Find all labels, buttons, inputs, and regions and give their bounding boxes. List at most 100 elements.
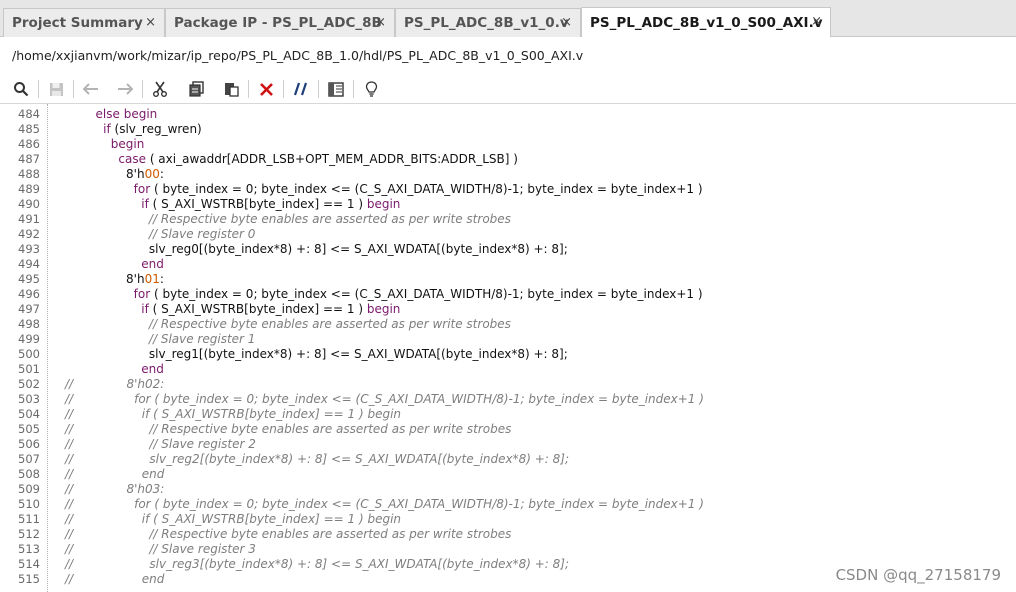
code-line[interactable]: 498 // Respective byte enables are asser… bbox=[0, 317, 1016, 332]
code-text: for ( byte_index = 0; byte_index <= (C_S… bbox=[65, 287, 703, 302]
lightbulb-icon[interactable] bbox=[360, 78, 382, 100]
code-token: // Respective byte enables are asserted … bbox=[148, 317, 511, 331]
close-icon[interactable]: × bbox=[145, 15, 156, 30]
file-path-bar: /home/xxjianvm/work/mizar/ip_repo/PS_PL_… bbox=[0, 38, 1016, 72]
code-token: // if ( S_AXI_WSTRB[byte_index] == 1 ) b… bbox=[65, 512, 402, 526]
code-line[interactable]: 494 end bbox=[0, 257, 1016, 272]
tab-project-summary[interactable]: Project Summary × bbox=[3, 8, 165, 37]
paste-icon[interactable] bbox=[220, 78, 242, 100]
tab-ps-pl-adc-s00-axi[interactable]: PS_PL_ADC_8B_v1_0_S00_AXI.v × bbox=[581, 7, 831, 37]
code-line[interactable]: 496 for ( byte_index = 0; byte_index <= … bbox=[0, 287, 1016, 302]
code-token: begin bbox=[110, 137, 145, 151]
line-number: 487 bbox=[18, 152, 40, 166]
code-token: if bbox=[141, 197, 149, 211]
copy-icon[interactable] bbox=[185, 78, 207, 100]
code-text: slv_reg0[(byte_index*8) +: 8] <= S_AXI_W… bbox=[65, 242, 568, 257]
code-text: // slv_reg2[(byte_index*8) +: 8] <= S_AX… bbox=[65, 452, 569, 467]
code-line[interactable]: 512 // // Respective byte enables are ass… bbox=[0, 527, 1016, 542]
close-icon[interactable]: × bbox=[561, 15, 572, 30]
toolbar-separator bbox=[283, 80, 284, 98]
code-token: slv_reg1[(byte_index*8) +: 8] <= S_AXI_W… bbox=[65, 347, 568, 361]
editor-toolbar bbox=[0, 74, 1016, 104]
code-line[interactable]: 513 // // Slave register 3 bbox=[0, 542, 1016, 557]
code-text: // 8'h02: bbox=[65, 377, 164, 392]
code-token: : bbox=[159, 167, 164, 181]
code-token: // end bbox=[65, 572, 165, 586]
code-line[interactable]: 504 // if ( S_AXI_WSTRB[byte_index] == 1 … bbox=[0, 407, 1016, 422]
code-text: // end bbox=[65, 572, 164, 587]
code-line[interactable]: 490 if ( S_AXI_WSTRB[byte_index] == 1 ) … bbox=[0, 197, 1016, 212]
code-line[interactable]: 500 slv_reg1[(byte_index*8) +: 8] <= S_A… bbox=[0, 347, 1016, 362]
code-text: // Respective byte enables are asserted … bbox=[65, 317, 511, 332]
code-line[interactable]: 485 if (slv_reg_wren) bbox=[0, 122, 1016, 137]
comment-icon[interactable] bbox=[290, 78, 312, 100]
code-text: // Slave register 0 bbox=[65, 227, 256, 242]
code-token: // 8'h03: bbox=[65, 482, 165, 496]
code-text: begin bbox=[65, 137, 145, 152]
editor-tab-bar: Project Summary × Package IP - PS_PL_ADC… bbox=[0, 0, 1016, 37]
tab-ps-pl-adc-v[interactable]: PS_PL_ADC_8B_v1_0.v × bbox=[395, 8, 581, 37]
code-line[interactable]: 484 else begin bbox=[0, 107, 1016, 122]
code-line[interactable]: 486 begin bbox=[0, 137, 1016, 152]
line-number: 509 bbox=[18, 482, 40, 496]
code-line[interactable]: 501 end bbox=[0, 362, 1016, 377]
code-line[interactable]: 493 slv_reg0[(byte_index*8) +: 8] <= S_A… bbox=[0, 242, 1016, 257]
code-token: // // Slave register 2 bbox=[65, 437, 256, 451]
code-line[interactable]: 503 // for ( byte_index = 0; byte_index <… bbox=[0, 392, 1016, 407]
line-number: 485 bbox=[18, 122, 40, 136]
code-line[interactable]: 509 // 8'h03: bbox=[0, 482, 1016, 497]
code-text: // for ( byte_index = 0; byte_index <= (… bbox=[65, 392, 704, 407]
undo-icon[interactable] bbox=[80, 78, 102, 100]
code-text: // end bbox=[65, 467, 164, 482]
code-token: // Respective byte enables are asserted … bbox=[148, 212, 511, 226]
code-line[interactable]: 511 // if ( S_AXI_WSTRB[byte_index] == 1 … bbox=[0, 512, 1016, 527]
cut-icon[interactable] bbox=[149, 78, 171, 100]
code-token: begin bbox=[123, 107, 158, 121]
code-line[interactable]: 508 // end bbox=[0, 467, 1016, 482]
code-text: // // Slave register 3 bbox=[65, 542, 256, 557]
code-line[interactable]: 502 // 8'h02: bbox=[0, 377, 1016, 392]
code-line[interactable]: 506 // // Slave register 2 bbox=[0, 437, 1016, 452]
code-line[interactable]: 491 // Respective byte enables are asser… bbox=[0, 212, 1016, 227]
code-line[interactable]: 487 case ( axi_awaddr[ADDR_LSB+OPT_MEM_A… bbox=[0, 152, 1016, 167]
code-text: case ( axi_awaddr[ADDR_LSB+OPT_MEM_ADDR_… bbox=[65, 152, 518, 167]
code-line[interactable]: 488 8'h00: bbox=[0, 167, 1016, 182]
code-token: // end bbox=[65, 467, 165, 481]
code-line[interactable]: 495 8'h01: bbox=[0, 272, 1016, 287]
code-text: // for ( byte_index = 0; byte_index <= (… bbox=[65, 497, 704, 512]
code-line[interactable]: 492 // Slave register 0 bbox=[0, 227, 1016, 242]
code-editor[interactable]: 484 else begin 485 if (slv_reg_wren) 486 b… bbox=[0, 104, 1016, 592]
line-number: 493 bbox=[18, 242, 40, 256]
code-line[interactable]: 489 for ( byte_index = 0; byte_index <= … bbox=[0, 182, 1016, 197]
search-icon[interactable] bbox=[10, 78, 32, 100]
code-line[interactable]: 499 // Slave register 1 bbox=[0, 332, 1016, 347]
delete-icon[interactable] bbox=[255, 78, 277, 100]
tab-label: PS_PL_ADC_8B_v1_0_S00_AXI.v bbox=[590, 14, 823, 31]
code-token: // slv_reg3[(byte_index*8) +: 8] <= S_AX… bbox=[65, 557, 570, 571]
code-line[interactable]: 497 if ( S_AXI_WSTRB[byte_index] == 1 ) … bbox=[0, 302, 1016, 317]
code-text: slv_reg1[(byte_index*8) +: 8] <= S_AXI_W… bbox=[65, 347, 568, 362]
code-token: // Slave register 0 bbox=[148, 227, 256, 241]
tab-package-ip[interactable]: Package IP - PS_PL_ADC_8B × bbox=[165, 8, 395, 37]
save-icon[interactable] bbox=[45, 78, 67, 100]
code-line[interactable]: 510 // for ( byte_index = 0; byte_index <… bbox=[0, 497, 1016, 512]
code-text: if (slv_reg_wren) bbox=[65, 122, 202, 137]
code-line[interactable]: 507 // slv_reg2[(byte_index*8) +: 8] <= S… bbox=[0, 452, 1016, 467]
line-number: 498 bbox=[18, 317, 40, 331]
code-text: if ( S_AXI_WSTRB[byte_index] == 1 ) begi… bbox=[65, 302, 400, 317]
line-number: 511 bbox=[18, 512, 40, 526]
columns-icon[interactable] bbox=[325, 78, 347, 100]
code-line[interactable]: 505 // // Respective byte enables are ass… bbox=[0, 422, 1016, 437]
line-number: 496 bbox=[18, 287, 40, 301]
close-icon[interactable]: × bbox=[375, 15, 386, 30]
code-text: // Slave register 1 bbox=[65, 332, 256, 347]
close-icon[interactable]: × bbox=[811, 14, 822, 29]
line-number: 515 bbox=[18, 572, 40, 586]
redo-icon[interactable] bbox=[114, 78, 136, 100]
